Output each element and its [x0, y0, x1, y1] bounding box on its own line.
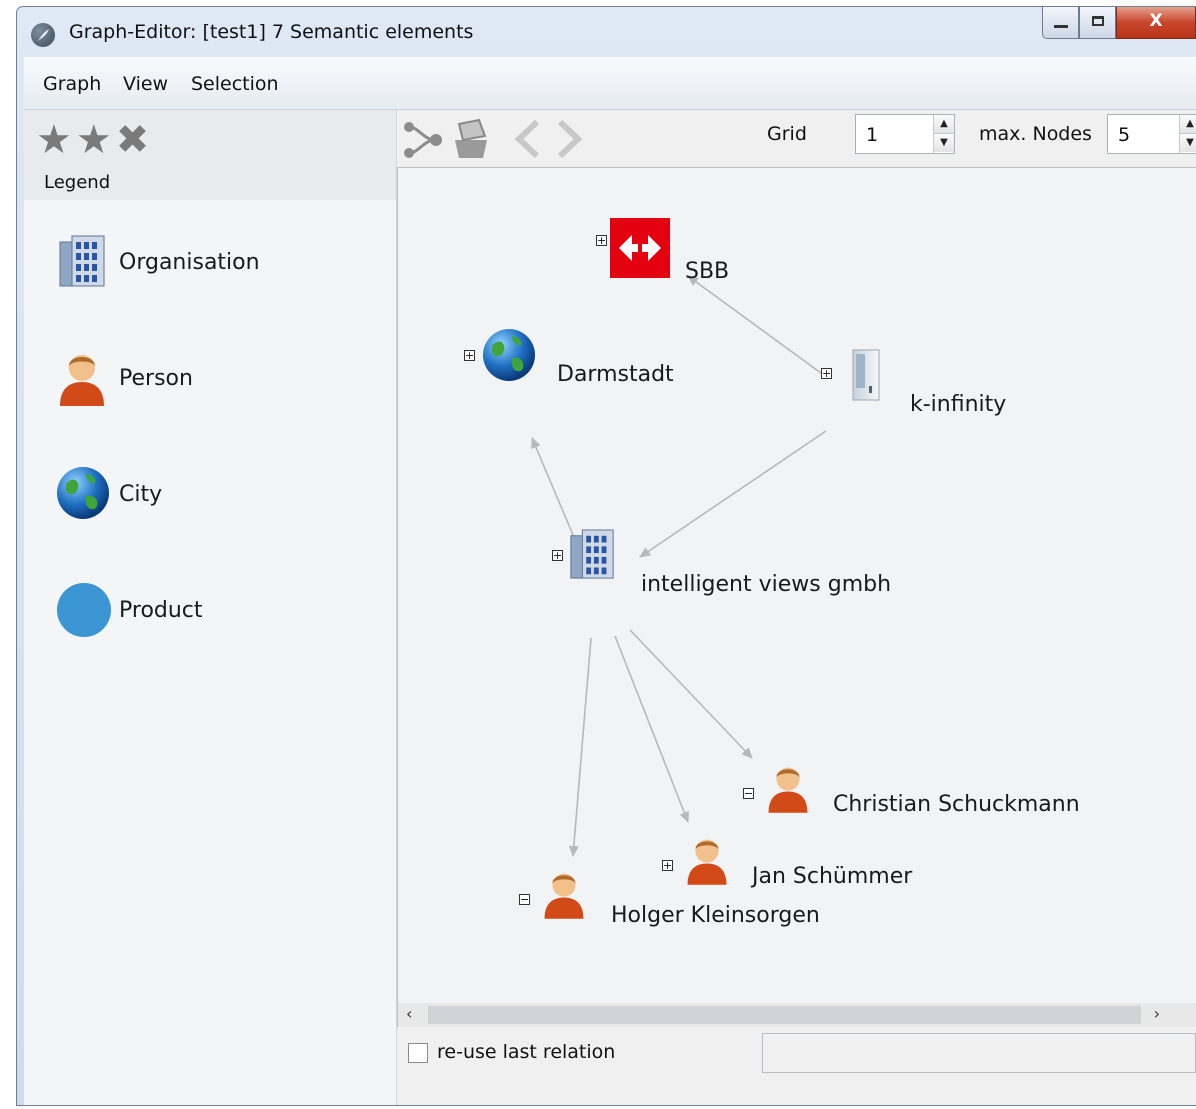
node-label-holger: Holger Kleinsorgen: [611, 903, 820, 928]
title-bar[interactable]: Graph-Editor: [test1] 7 Semantic element…: [17, 7, 1196, 57]
node-label-k-infinity: k-infinity: [910, 392, 1007, 417]
window-controls: X: [1042, 7, 1196, 45]
graph-canvas[interactable]: + SBB + Darmstadt + k-infinity + intelli…: [397, 167, 1196, 1027]
minimize-button[interactable]: [1042, 7, 1079, 39]
edge-intelligent-views-to-darmstadt[interactable]: [531, 437, 577, 543]
maximize-icon: [1092, 16, 1104, 26]
max-nodes-value[interactable]: 5: [1118, 124, 1130, 146]
graph-editor-window: Graph-Editor: [test1] 7 Semantic element…: [16, 6, 1196, 1106]
expand-sbb-toggle[interactable]: +: [596, 235, 607, 246]
edge-intelligent-views-to-holger[interactable]: [568, 637, 592, 857]
node-label-christian: Christian Schuckmann: [833, 792, 1080, 817]
expand-k-infinity-toggle[interactable]: +: [821, 368, 832, 379]
collapse-holger-toggle[interactable]: −: [519, 894, 530, 905]
max-nodes-increment-icon[interactable]: ▲: [1180, 115, 1196, 134]
building-icon: [59, 235, 105, 287]
sbb-logo-icon: [610, 218, 670, 278]
legend-title: Legend: [44, 172, 111, 193]
grid-increment-icon[interactable]: ▲: [934, 115, 954, 134]
expand-jan-toggle[interactable]: +: [662, 860, 673, 871]
edge-intelligent-views-to-christian[interactable]: [629, 629, 753, 759]
delete-x-icon[interactable]: ✖: [116, 118, 150, 162]
node-label-intelligent-views: intelligent views gmbh: [641, 572, 892, 597]
expand-darmstadt-toggle[interactable]: +: [464, 350, 475, 361]
grid-spinner[interactable]: 1 ▲ ▼: [855, 114, 955, 154]
legend-panel: ★ ★ ✖ Legend Organisation Person City Pr…: [24, 110, 397, 1105]
close-button[interactable]: X: [1116, 7, 1196, 39]
maximize-button[interactable]: [1079, 7, 1116, 39]
scroll-right-icon[interactable]: ›: [1154, 1004, 1160, 1023]
scrollbar-thumb[interactable]: [428, 1006, 1141, 1024]
collapse-christian-toggle[interactable]: −: [743, 788, 754, 799]
person-icon: [768, 767, 808, 813]
graph-edges: [531, 275, 827, 857]
menu-bar: Graph View Selection: [24, 57, 1196, 110]
max-nodes-spinner-buttons: ▲ ▼: [1179, 115, 1196, 153]
scroll-left-icon[interactable]: ‹: [406, 1004, 412, 1023]
node-label-jan: Jan Schümmer: [752, 864, 913, 889]
window-title: Graph-Editor: [test1] 7 Semantic element…: [69, 21, 474, 43]
max-nodes-label: max. Nodes: [979, 123, 1092, 145]
grid-spinner-buttons: ▲ ▼: [933, 115, 954, 153]
minimize-icon: [1054, 25, 1068, 28]
star-icon[interactable]: ★: [36, 118, 72, 162]
expand-intelligent-views-toggle[interactable]: +: [552, 550, 563, 561]
grid-label: Grid: [767, 123, 807, 145]
legend-item-product[interactable]: Product: [56, 582, 376, 642]
edge-kinfinity-to-intelligent-views[interactable]: [639, 430, 827, 558]
legend-label-person: Person: [119, 366, 193, 391]
building-icon: [570, 529, 614, 579]
person-icon: [687, 839, 727, 885]
grid-decrement-icon[interactable]: ▼: [934, 134, 954, 152]
status-bar: re-use last relation: [397, 1029, 1196, 1105]
grid-value[interactable]: 1: [866, 124, 878, 146]
menu-selection[interactable]: Selection: [191, 73, 279, 95]
legend-tools: ★ ★ ✖: [36, 118, 149, 162]
legend-list: Organisation Person City Product: [24, 200, 396, 1105]
max-nodes-spinner[interactable]: 5 ▲ ▼: [1107, 114, 1196, 154]
legend-label-city: City: [119, 482, 163, 507]
horizontal-scrollbar[interactable]: ‹ ›: [398, 1003, 1196, 1027]
menu-graph[interactable]: Graph: [43, 73, 101, 95]
globe-icon: [57, 467, 109, 519]
person-icon: [544, 873, 584, 919]
forward-arrow-icon[interactable]: [552, 118, 588, 160]
person-icon: [60, 355, 104, 406]
status-field: [762, 1033, 1196, 1073]
edge-kinfinity-to-sbb[interactable]: [687, 275, 826, 377]
legend-item-person[interactable]: Person: [56, 350, 376, 410]
menu-view[interactable]: View: [123, 73, 168, 95]
server-product-icon: [852, 349, 880, 401]
legend-item-city[interactable]: City: [56, 466, 376, 526]
max-nodes-decrement-icon[interactable]: ▼: [1180, 134, 1196, 152]
star-arrow-icon[interactable]: ★: [76, 118, 112, 162]
reuse-relation-checkbox[interactable]: [408, 1043, 428, 1063]
layout-tree-icon[interactable]: [401, 118, 443, 160]
node-label-darmstadt: Darmstadt: [557, 362, 674, 387]
graph-toolbar: Grid 1 ▲ ▼ max. Nodes 5 ▲ ▼: [397, 110, 1196, 166]
clear-eraser-icon[interactable]: [449, 118, 495, 160]
app-feather-icon: [31, 23, 55, 47]
reuse-relation-label[interactable]: re-use last relation: [437, 1041, 615, 1063]
edge-intelligent-views-to-jan[interactable]: [614, 635, 690, 823]
legend-label-product: Product: [119, 598, 203, 623]
legend-item-organisation[interactable]: Organisation: [56, 234, 376, 294]
back-arrow-icon[interactable]: [509, 118, 545, 160]
product-circle-icon: [57, 583, 111, 637]
node-label-sbb: SBB: [685, 259, 730, 284]
legend-label-organisation: Organisation: [119, 250, 260, 275]
client-area: Graph View Selection ★ ★ ✖ Legend Organi…: [24, 57, 1196, 1105]
globe-icon: [483, 329, 535, 381]
